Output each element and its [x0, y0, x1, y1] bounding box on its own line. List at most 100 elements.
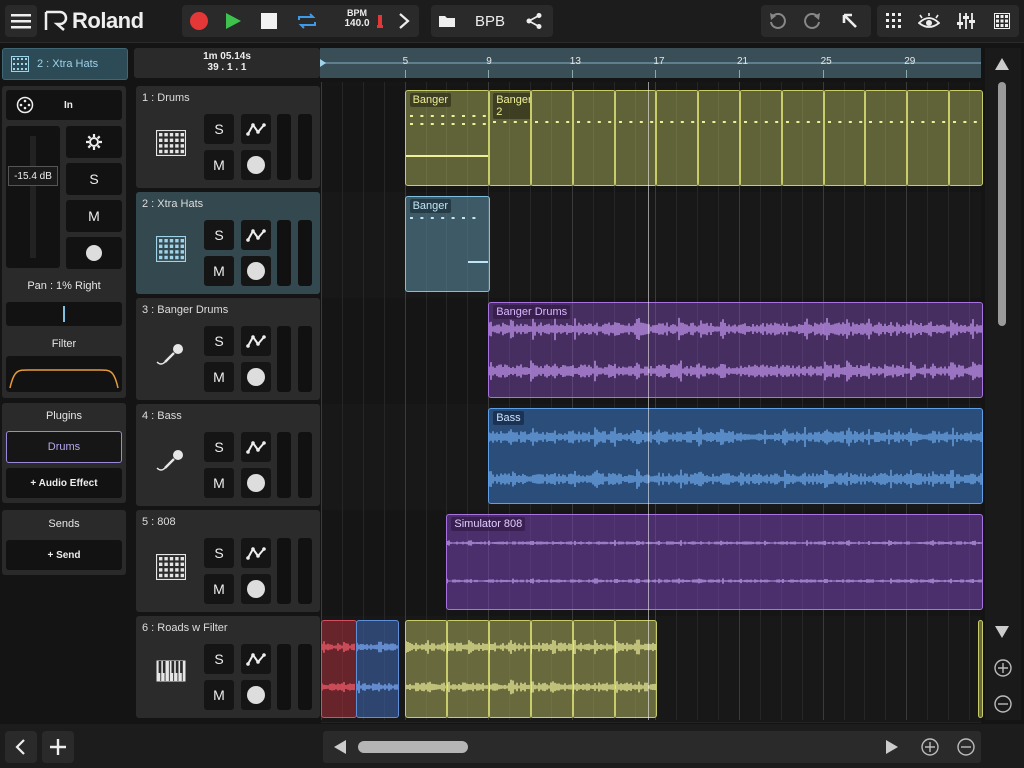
scroll-down-button[interactable] — [990, 620, 1014, 644]
forward-button[interactable] — [392, 6, 416, 36]
mute-button[interactable]: M — [204, 362, 234, 392]
clip-banger-2[interactable] — [948, 90, 983, 186]
zoom-out-vertical-button[interactable] — [991, 692, 1015, 716]
record-arm-button[interactable] — [241, 150, 271, 180]
pads-button[interactable] — [988, 6, 1016, 36]
clip-roads-blue[interactable] — [356, 620, 399, 718]
loop-button[interactable] — [292, 6, 322, 36]
zoom-out-horizontal-button[interactable] — [954, 735, 978, 759]
clip-banger-2[interactable] — [864, 90, 909, 186]
automation-button[interactable] — [241, 220, 271, 250]
clip-banger-2[interactable] — [697, 90, 741, 186]
track-header[interactable]: 4 : Bass S M — [136, 404, 320, 506]
clip-roads-yellow[interactable] — [446, 620, 491, 718]
pan-slider[interactable] — [6, 302, 122, 326]
position-display[interactable]: 1m 05.14s 39 . 1 . 1 — [134, 48, 320, 78]
volume-fader[interactable]: -15.4 dB — [6, 126, 60, 268]
automation-button[interactable] — [241, 538, 271, 568]
redo-button[interactable] — [800, 6, 826, 36]
stop-button[interactable] — [255, 6, 283, 36]
clip-banger-hats[interactable]: Banger — [404, 196, 491, 292]
selected-track-header[interactable]: 2 : Xtra Hats — [2, 48, 128, 80]
clip-roads-yellow[interactable] — [613, 620, 658, 718]
automation-button[interactable] — [241, 432, 271, 462]
mute-button[interactable]: M — [204, 574, 234, 604]
solo-button[interactable]: S — [204, 538, 234, 568]
add-track-button[interactable] — [42, 731, 74, 763]
scroll-left-button[interactable] — [328, 734, 352, 760]
automation-button[interactable] — [241, 644, 271, 674]
zoom-in-horizontal-button[interactable] — [918, 735, 942, 759]
plugin-drums-button[interactable]: Drums — [6, 431, 122, 463]
clip-banger-2[interactable] — [780, 90, 825, 186]
menu-button[interactable] — [5, 5, 37, 37]
clip-roads-red[interactable] — [321, 620, 357, 718]
input-button[interactable]: In — [6, 90, 122, 120]
clip-banger-2[interactable]: Banger 2 — [488, 90, 532, 186]
horizontal-scrollbar-thumb[interactable] — [358, 741, 468, 753]
clip-roads-yellow[interactable] — [404, 620, 449, 718]
play-button[interactable] — [219, 6, 247, 36]
track-header[interactable]: 3 : Banger Drums S M — [136, 298, 320, 400]
solo-button[interactable]: S — [204, 644, 234, 674]
bpb-button[interactable]: BPB — [468, 6, 512, 36]
clip-roads-yellow[interactable] — [530, 620, 574, 718]
inspector-solo-button[interactable]: S — [66, 163, 122, 195]
clip-banger-2[interactable] — [739, 90, 783, 186]
clip-banger-drums[interactable]: Banger Drums — [488, 302, 983, 398]
record-arm-button[interactable] — [241, 362, 271, 392]
solo-button[interactable]: S — [204, 326, 234, 356]
track-header[interactable]: 5 : 808 S M — [136, 510, 320, 612]
mute-button[interactable]: M — [204, 468, 234, 498]
clip-banger-2[interactable] — [571, 90, 616, 186]
mixer-button[interactable] — [952, 6, 980, 36]
clip-banger-2[interactable] — [613, 90, 658, 186]
automation-button[interactable] — [241, 326, 271, 356]
clip-banger-2[interactable] — [822, 90, 867, 186]
channel-settings-button[interactable] — [66, 126, 122, 158]
record-arm-button[interactable] — [241, 680, 271, 710]
clip-roads-end[interactable] — [978, 620, 983, 718]
inspector-mute-button[interactable]: M — [66, 200, 122, 232]
add-send-button[interactable]: + Send — [6, 540, 122, 570]
inspector-record-arm-button[interactable] — [66, 237, 122, 269]
bpm-display[interactable]: BPM 140.0 — [334, 8, 380, 34]
metronome-icon[interactable] — [376, 11, 384, 31]
timeline-ruler[interactable] — [320, 48, 981, 78]
mute-button[interactable]: M — [204, 256, 234, 286]
pointer-tool-button[interactable] — [836, 6, 864, 36]
track-header[interactable]: 6 : Roads w Filter S M — [136, 616, 320, 718]
back-button[interactable] — [5, 731, 37, 763]
clip-banger-2[interactable] — [530, 90, 574, 186]
add-audio-effect-button[interactable]: + Audio Effect — [6, 468, 122, 498]
track-header[interactable]: 2 : Xtra Hats S M — [136, 192, 320, 294]
clip-bass[interactable]: Bass — [488, 408, 983, 504]
clip-banger-2[interactable] — [906, 90, 950, 186]
undo-button[interactable] — [764, 6, 790, 36]
record-arm-button[interactable] — [241, 574, 271, 604]
solo-button[interactable]: S — [204, 220, 234, 250]
visibility-button[interactable] — [914, 6, 944, 36]
grid-view-button[interactable] — [880, 6, 908, 36]
filter-curve-display[interactable] — [6, 356, 122, 392]
clip-banger[interactable]: Banger — [404, 90, 491, 186]
record-button[interactable] — [186, 6, 212, 36]
zoom-in-vertical-button[interactable] — [991, 656, 1015, 680]
share-button[interactable] — [520, 6, 548, 36]
clip-roads-yellow[interactable] — [488, 620, 532, 718]
open-folder-button[interactable] — [436, 6, 458, 36]
clip-simulator-808[interactable]: Simulator 808 — [446, 514, 983, 610]
track-header[interactable]: 1 : Drums S M — [136, 86, 320, 188]
clip-banger-2[interactable] — [655, 90, 700, 186]
scroll-up-button[interactable] — [990, 52, 1014, 76]
solo-button[interactable]: S — [204, 114, 234, 144]
mute-button[interactable]: M — [204, 680, 234, 710]
record-arm-button[interactable] — [241, 468, 271, 498]
mute-button[interactable]: M — [204, 150, 234, 180]
solo-button[interactable]: S — [204, 432, 234, 462]
scroll-right-button[interactable] — [880, 734, 904, 760]
vertical-scrollbar-thumb[interactable] — [998, 82, 1006, 326]
automation-button[interactable] — [241, 114, 271, 144]
clip-roads-yellow[interactable] — [571, 620, 616, 718]
record-arm-button[interactable] — [241, 256, 271, 286]
